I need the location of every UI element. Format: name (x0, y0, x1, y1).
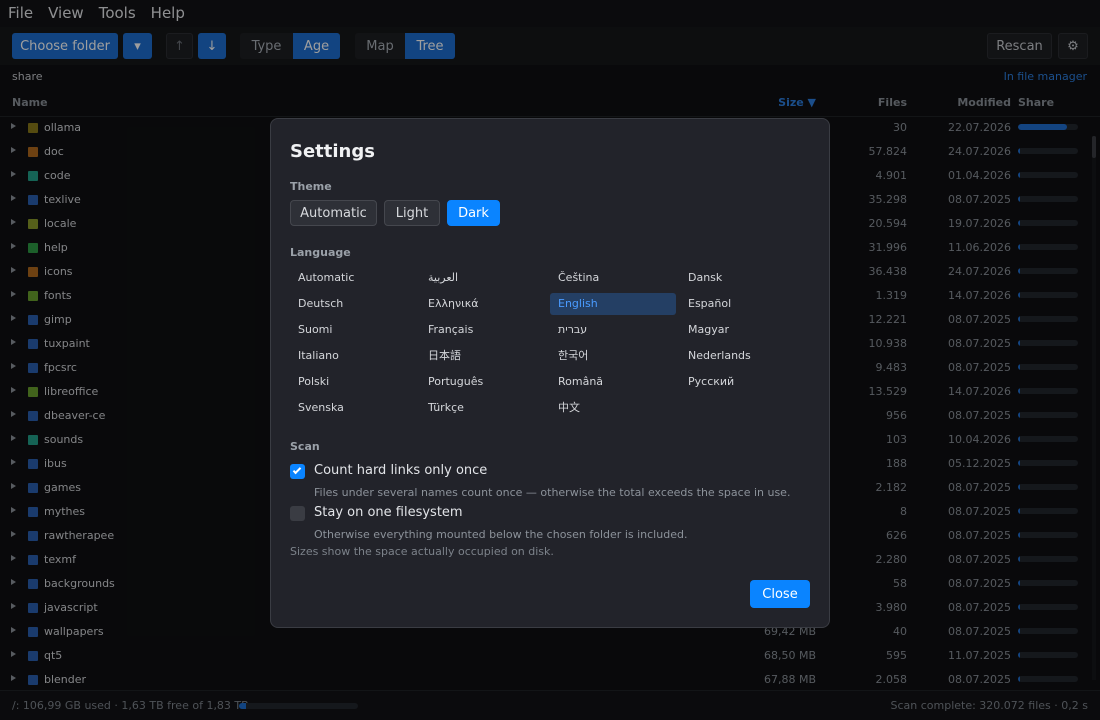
theme-section-label: Theme (290, 180, 332, 193)
language-option[interactable]: Deutsch (290, 293, 416, 315)
language-option[interactable]: Ελληνικά (420, 293, 546, 315)
language-option[interactable]: Română (550, 371, 676, 393)
language-option[interactable]: Automatic (290, 267, 416, 289)
language-option[interactable]: 中文 (550, 397, 676, 419)
language-option[interactable]: Português (420, 371, 546, 393)
theme-dark-button[interactable]: Dark (447, 200, 500, 226)
language-option[interactable]: Italiano (290, 345, 416, 367)
theme-light-button[interactable]: Light (384, 200, 440, 226)
language-option[interactable]: Türkçe (420, 397, 546, 419)
hardlinks-checkbox[interactable] (290, 464, 305, 479)
language-option[interactable]: Suomi (290, 319, 416, 341)
language-option[interactable]: English (550, 293, 676, 315)
language-option[interactable]: 日本語 (420, 345, 546, 367)
language-option[interactable]: Svenska (290, 397, 416, 419)
theme-automatic-button[interactable]: Automatic (290, 200, 377, 226)
scan-section-label: Scan (290, 440, 320, 453)
dialog-title: Settings (290, 141, 375, 162)
language-section-label: Language (290, 246, 351, 259)
close-button[interactable]: Close (750, 580, 810, 608)
language-option[interactable]: 한국어 (550, 345, 676, 367)
one-filesystem-description: Otherwise everything mounted below the c… (314, 528, 688, 541)
language-option[interactable]: Español (680, 293, 806, 315)
checkmark-icon (292, 465, 302, 475)
language-option[interactable]: العربية (420, 267, 546, 289)
language-option[interactable]: Dansk (680, 267, 806, 289)
hardlinks-description: Files under several names count once — o… (314, 486, 791, 499)
language-option[interactable]: Magyar (680, 319, 806, 341)
language-option[interactable]: Polski (290, 371, 416, 393)
language-option[interactable]: Čeština (550, 267, 676, 289)
language-option[interactable]: Русский (680, 371, 806, 393)
language-option[interactable]: Nederlands (680, 345, 806, 367)
one-filesystem-checkbox[interactable] (290, 506, 305, 521)
hardlinks-label[interactable]: Count hard links only once (314, 463, 487, 478)
language-option[interactable]: Français (420, 319, 546, 341)
one-filesystem-label[interactable]: Stay on one filesystem (314, 505, 463, 520)
sizes-note: Sizes show the space actually occupied o… (290, 545, 554, 558)
language-option[interactable]: עברית (550, 319, 676, 341)
settings-dialog: Settings Theme Automatic Light Dark Lang… (270, 118, 830, 628)
